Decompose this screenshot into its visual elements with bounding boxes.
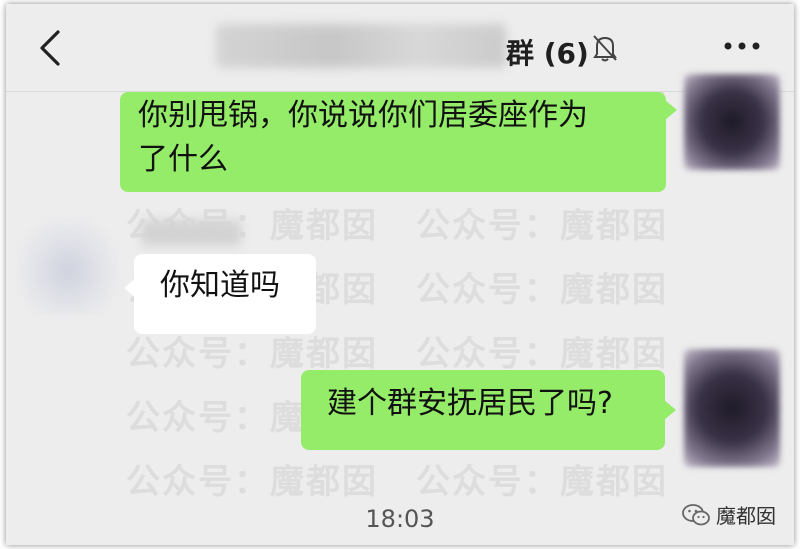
chat-window: 公众号：魔都囡 公众号：魔都囡 公众号：魔都囡 公众号：魔都囡 公众号：魔都囡 公众号：魔… [6, 4, 794, 545]
wechat-icon [682, 503, 710, 525]
bubble-tail [664, 400, 676, 420]
message-text-line: 了什么 [138, 142, 228, 177]
bubble-tail [665, 100, 677, 120]
source-watermark: 魔都囡 [682, 500, 776, 529]
message-bubble-sent[interactable]: 建个群安抚居民了吗? [301, 370, 665, 450]
source-label: 魔都囡 [716, 504, 776, 528]
message-bubble-received[interactable]: 你知道吗 [134, 254, 316, 334]
message-text: 你知道吗 [160, 268, 280, 303]
avatar-me[interactable] [684, 74, 780, 170]
avatar-me[interactable] [684, 349, 780, 467]
message-text-line: 你别甩锅，你说说你们居委座作为 [138, 98, 588, 133]
message-text: 建个群安抚居民了吗? [327, 386, 613, 421]
sender-name-redacted [141, 220, 241, 246]
message-list: 你别甩锅，你说说你们居委座作为 了什么 你知道吗 建个群安抚居民了吗? [6, 4, 794, 545]
message-bubble-sent[interactable]: 你别甩锅，你说说你们居委座作为 了什么 [120, 92, 666, 192]
message-timestamp: 18:03 [365, 505, 435, 533]
avatar-other[interactable] [18, 218, 118, 314]
